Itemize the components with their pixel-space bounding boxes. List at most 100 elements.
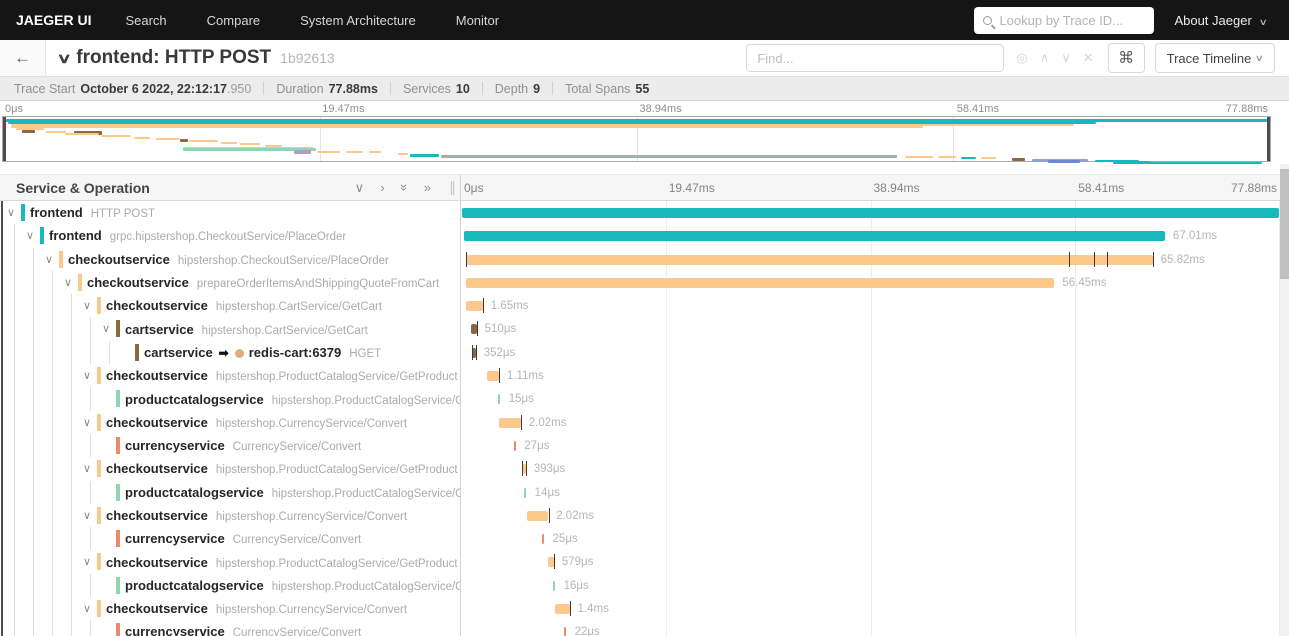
locate-match-icon[interactable]: ◎ <box>1010 50 1033 66</box>
trace-id-search[interactable] <box>974 6 1155 34</box>
span-row-frontend[interactable]: ∨ frontend HTTP POST <box>0 201 460 224</box>
span-bar[interactable] <box>526 510 549 521</box>
span-row-productcatalogservice[interactable]: productcatalogservice hipstershop.Product… <box>0 387 460 411</box>
service-color-block <box>116 530 120 548</box>
span-bar[interactable] <box>471 324 477 335</box>
ruler-tick-label: 77.88ms <box>1225 103 1268 115</box>
chevron-down-icon[interactable]: ∨ <box>81 509 93 522</box>
ruler-tick-label: 38.94ms <box>873 181 920 195</box>
prev-match-icon[interactable]: ∧ <box>1034 50 1056 66</box>
span-row-currencyservice[interactable]: currencyservice CurrencyService/Convert <box>0 433 460 458</box>
span-bar-row[interactable]: 27μs <box>461 434 1280 457</box>
span-bar[interactable] <box>465 277 1055 288</box>
span-row-productcatalogservice[interactable]: productcatalogservice hipstershop.Product… <box>0 480 460 504</box>
span-bar[interactable] <box>465 254 1153 265</box>
keyboard-shortcuts-button[interactable]: ⌘ <box>1107 43 1145 73</box>
span-bar-row[interactable]: 22μs <box>461 620 1280 636</box>
span-bar-row[interactable]: 67.01ms <box>461 224 1280 247</box>
nav-item-monitor[interactable]: Monitor <box>456 13 499 28</box>
span-bar-row[interactable]: 56.45ms <box>461 271 1280 294</box>
collapse-one-icon[interactable]: ∨ <box>355 180 365 196</box>
span-row-frontend[interactable]: ∨ frontend grpc.hipstershop.CheckoutServic… <box>0 224 460 248</box>
span-bar[interactable] <box>499 417 521 428</box>
span-bar[interactable] <box>462 208 1279 218</box>
chevron-down-icon[interactable]: ∨ <box>81 555 93 568</box>
span-row-currencyservice[interactable]: currencyservice CurrencyService/Convert <box>0 527 460 551</box>
chevron-down-icon[interactable]: ∨ <box>81 602 93 615</box>
vertical-scrollbar[interactable] <box>1280 164 1289 636</box>
span-bar[interactable] <box>542 534 545 545</box>
span-row-productcatalogservice[interactable]: productcatalogservice hipstershop.Product… <box>0 573 460 598</box>
span-row-checkoutservice[interactable]: ∨ checkoutservice hipstershop.CurrencyServ… <box>0 503 460 528</box>
span-bar-row[interactable]: 15μs <box>461 387 1280 410</box>
span-bar[interactable] <box>554 604 570 615</box>
chevron-down-icon[interactable]: ∨ <box>81 416 93 429</box>
span-bar[interactable] <box>463 231 1165 242</box>
expand-one-icon[interactable]: › <box>380 180 384 195</box>
span-bar[interactable] <box>524 487 527 498</box>
collapse-all-icon[interactable]: » <box>397 184 412 191</box>
span-bar-row[interactable]: 579μs <box>461 550 1280 573</box>
span-bar[interactable] <box>513 440 516 451</box>
chevron-down-icon[interactable]: ∨ <box>81 462 93 475</box>
chevron-down-icon[interactable]: ∨ <box>100 322 112 335</box>
span-row-label: currencyservice CurrencyService/Convert <box>125 438 361 453</box>
span-bar-row[interactable]: 1.4ms <box>461 597 1280 620</box>
clear-find-icon[interactable]: ✕ <box>1077 50 1100 66</box>
span-bar-row[interactable]: 25μs <box>461 527 1280 550</box>
span-row-checkoutservice[interactable]: ∨ checkoutservice hipstershop.ProductCatal… <box>0 457 460 481</box>
span-bar-row[interactable]: 1.65ms <box>461 294 1280 317</box>
chevron-down-icon[interactable]: ∨ <box>81 299 93 312</box>
chevron-down-icon[interactable]: ∨ <box>24 229 36 242</box>
trace-id-input[interactable] <box>999 12 1146 28</box>
span-row-checkoutservice[interactable]: ∨ checkoutservice hipstershop.ProductCatal… <box>0 364 460 388</box>
find-input[interactable] <box>746 44 1005 72</box>
chevron-down-icon[interactable]: ∨ <box>5 206 17 219</box>
nav-item-system-architecture[interactable]: System Architecture <box>300 13 416 28</box>
collapse-trace-header-icon[interactable]: ∨ <box>56 50 71 67</box>
back-button[interactable]: ← <box>0 40 46 76</box>
nav-item-compare[interactable]: Compare <box>207 13 260 28</box>
chevron-down-icon[interactable]: ∨ <box>62 276 74 289</box>
span-row-checkoutservice[interactable]: ∨ checkoutservice hipstershop.CurrencyServ… <box>0 410 460 434</box>
span-row-checkoutservice[interactable]: ∨ checkoutservice hipstershop.CartService/… <box>0 294 460 318</box>
span-bar[interactable] <box>547 557 554 568</box>
span-bar-row[interactable]: 352μs <box>461 341 1280 364</box>
span-row-checkoutservice[interactable]: ∨ checkoutservice prepareOrderItemsAndShip… <box>0 270 460 295</box>
trace-minimap[interactable] <box>2 116 1271 164</box>
span-row-checkoutservice[interactable]: ∨ checkoutservice hipstershop.CheckoutServ… <box>0 247 460 271</box>
span-bar[interactable] <box>498 394 501 405</box>
span-bar-row[interactable]: 16μs <box>461 574 1280 597</box>
chevron-down-icon[interactable]: ∨ <box>43 253 55 266</box>
span-bar[interactable] <box>564 627 567 636</box>
nav-item-search[interactable]: Search <box>125 13 166 28</box>
expand-all-icon[interactable]: » <box>424 180 431 195</box>
span-row-currencyservice[interactable]: currencyservice CurrencyService/Convert <box>0 620 460 636</box>
span-row-cartservice[interactable]: ∨ cartservice hipstershop.CartService/GetC… <box>0 317 460 341</box>
scrollbar-thumb[interactable] <box>1280 169 1289 279</box>
column-resize-handle[interactable]: ∥ <box>449 179 456 196</box>
span-bar-row[interactable]: 14μs <box>461 481 1280 504</box>
app-logo[interactable]: JAEGER UI <box>16 12 91 28</box>
minimap-right-handle[interactable] <box>1267 117 1270 161</box>
trace-view-selector[interactable]: Trace Timeline ∨ <box>1154 43 1275 73</box>
minimap-left-handle[interactable] <box>3 117 6 161</box>
span-bar-row[interactable]: 2.02ms <box>461 411 1280 434</box>
meta-item-depth: Depth 9 <box>495 82 540 96</box>
span-bar-row[interactable]: 2.02ms <box>461 504 1280 527</box>
about-jaeger-menu[interactable]: About Jaeger ∨ <box>1174 13 1268 28</box>
span-bar[interactable] <box>553 580 556 591</box>
span-bar-row[interactable]: 1.11ms <box>461 364 1280 387</box>
span-row-checkoutservice[interactable]: ∨ checkoutservice hipstershop.ProductCatal… <box>0 550 460 574</box>
span-bar-row[interactable]: 65.82ms <box>461 248 1280 271</box>
span-bar[interactable] <box>465 301 483 312</box>
span-bar-row[interactable] <box>461 201 1280 224</box>
span-bar-row[interactable]: 510μs <box>461 317 1280 340</box>
chevron-down-icon[interactable]: ∨ <box>81 369 93 382</box>
span-row-checkoutservice[interactable]: ∨ checkoutservice hipstershop.CurrencyServ… <box>0 597 460 621</box>
next-match-icon[interactable]: ∨ <box>1055 50 1077 66</box>
span-bar[interactable] <box>487 371 499 382</box>
span-bar-row[interactable]: 393μs <box>461 457 1280 480</box>
tree-guide-line <box>14 340 15 365</box>
span-row-cartservice[interactable]: cartservice ➡ redis-cart:6379 HGET <box>0 340 460 365</box>
